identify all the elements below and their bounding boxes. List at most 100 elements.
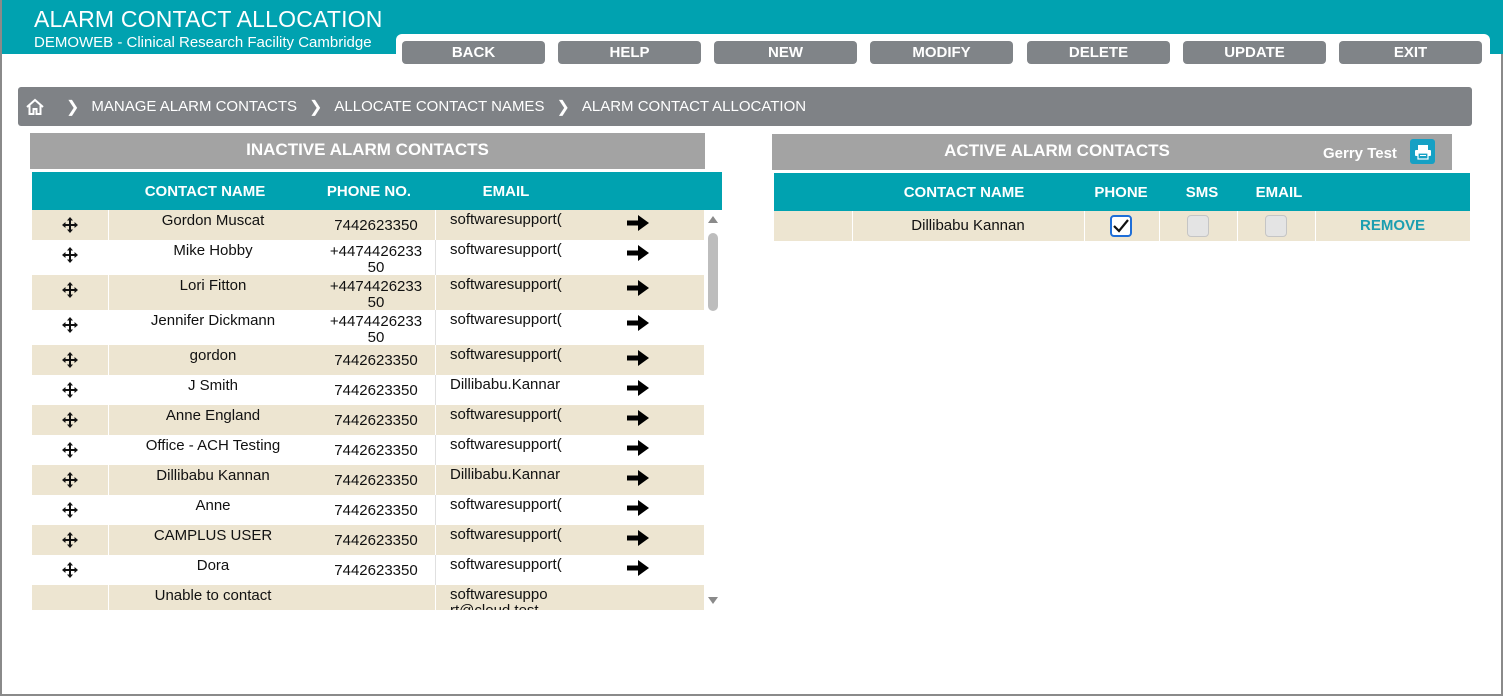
contact-email: softwaresupport( bbox=[435, 210, 579, 240]
col-phone-no: PHONE NO. bbox=[326, 183, 412, 200]
drag-cell bbox=[32, 585, 109, 610]
table-row[interactable]: J Smith 7442623350 Dillibabu.Kannar bbox=[32, 375, 704, 405]
table-row[interactable]: Anne 7442623350 softwaresupport( bbox=[32, 495, 704, 525]
drag-handle-icon[interactable] bbox=[32, 240, 109, 275]
drag-handle-icon[interactable] bbox=[32, 210, 109, 240]
scroll-down-icon[interactable] bbox=[708, 597, 718, 604]
contact-email: softwaresupport( bbox=[435, 525, 579, 555]
contact-name: Mike Hobby bbox=[173, 242, 253, 259]
inactive-list-scrollbar[interactable] bbox=[706, 212, 720, 608]
new-button[interactable]: NEW bbox=[714, 41, 857, 64]
add-contact-arrow-icon[interactable] bbox=[626, 525, 656, 555]
back-button[interactable]: BACK bbox=[402, 41, 545, 64]
table-row[interactable]: Anne England 7442623350 softwaresupport( bbox=[32, 405, 704, 435]
home-icon[interactable] bbox=[24, 96, 46, 118]
contact-phone bbox=[317, 585, 435, 610]
contact-name: J Smith bbox=[187, 377, 238, 394]
drag-handle-icon[interactable] bbox=[32, 275, 109, 310]
delete-button[interactable]: DELETE bbox=[1027, 41, 1170, 64]
contact-name: Anne bbox=[195, 497, 231, 514]
contact-email: softwaresupport( bbox=[435, 310, 579, 345]
contact-email: Dillibabu.Kannar bbox=[435, 375, 579, 405]
email-checkbox[interactable] bbox=[1265, 215, 1287, 237]
contact-email: softwaresupport( bbox=[435, 240, 579, 275]
table-row[interactable]: Dora 7442623350 softwaresupport( bbox=[32, 555, 704, 585]
table-row[interactable]: Unable to contact softwaresuppo rt@cloud.… bbox=[32, 585, 704, 610]
chevron-right-icon: ❯ bbox=[556, 98, 570, 116]
remove-button[interactable]: REMOVE bbox=[1360, 217, 1425, 234]
column-divider bbox=[1159, 211, 1160, 241]
contact-phone: +4474426233 50 bbox=[317, 275, 435, 311]
contact-phone: 7442623350 bbox=[317, 465, 435, 495]
table-row[interactable]: Mike Hobby +4474426233 50 softwaresupport( bbox=[32, 240, 704, 276]
inactive-contacts-list[interactable]: Gordon Muscat 7442623350 softwaresupport(M… bbox=[32, 210, 704, 610]
drag-handle-icon[interactable] bbox=[32, 375, 109, 405]
contact-email: softwaresupport( bbox=[435, 495, 579, 525]
update-button[interactable]: UPDATE bbox=[1183, 41, 1326, 64]
drag-handle-icon[interactable] bbox=[32, 435, 109, 465]
sms-checkbox[interactable] bbox=[1187, 215, 1209, 237]
drag-handle-icon[interactable] bbox=[32, 405, 109, 435]
drag-handle-icon[interactable] bbox=[32, 495, 109, 525]
exit-button[interactable]: EXIT bbox=[1339, 41, 1482, 64]
col-phone: PHONE bbox=[1094, 184, 1148, 201]
inactive-contacts-title: INACTIVE ALARM CONTACTS bbox=[30, 133, 705, 169]
breadcrumb-alarm-contact-allocation: ALARM CONTACT ALLOCATION bbox=[581, 98, 807, 115]
contact-phone: +4474426233 50 bbox=[317, 310, 435, 346]
drag-handle-icon[interactable] bbox=[32, 310, 109, 345]
page-title: ALARM CONTACT ALLOCATION bbox=[34, 6, 383, 32]
chevron-right-icon: ❯ bbox=[309, 98, 323, 116]
contact-name: Unable to contact bbox=[154, 587, 272, 604]
table-row[interactable]: Lori Fitton +4474426233 50 softwaresupport… bbox=[32, 275, 704, 311]
add-contact-arrow-icon[interactable] bbox=[626, 275, 656, 310]
contact-email: softwaresupport( bbox=[435, 555, 579, 585]
column-divider bbox=[1084, 211, 1085, 241]
drag-handle-icon[interactable] bbox=[32, 525, 109, 555]
contact-email: softwaresupport( bbox=[435, 435, 579, 465]
add-contact-arrow-icon[interactable] bbox=[626, 495, 656, 525]
add-contact-arrow-icon[interactable] bbox=[626, 240, 656, 275]
table-row[interactable]: Jennifer Dickmann +4474426233 50 softwares… bbox=[32, 310, 704, 346]
breadcrumb-manage-alarm-contacts[interactable]: MANAGE ALARM CONTACTS bbox=[91, 98, 297, 115]
table-row[interactable]: CAMPLUS USER 7442623350 softwaresupport( bbox=[32, 525, 704, 555]
scroll-thumb[interactable] bbox=[708, 233, 718, 311]
contact-name: Office - ACH Testing bbox=[145, 437, 281, 454]
table-row[interactable]: Gordon Muscat 7442623350 softwaresupport( bbox=[32, 210, 704, 240]
column-divider bbox=[1237, 211, 1238, 241]
help-button[interactable]: HELP bbox=[558, 41, 701, 64]
add-contact-arrow-icon[interactable] bbox=[626, 210, 656, 240]
add-contact-arrow-icon[interactable] bbox=[626, 375, 656, 405]
drag-handle-icon[interactable] bbox=[32, 345, 109, 375]
add-contact-arrow-icon[interactable] bbox=[626, 435, 656, 465]
contact-name: Dillibabu Kannan bbox=[156, 467, 270, 484]
active-contact-name: Dillibabu Kannan bbox=[911, 217, 1025, 234]
add-contact-arrow-icon[interactable] bbox=[626, 465, 656, 495]
contact-email: Dillibabu.Kannar bbox=[435, 465, 579, 495]
drag-handle-icon[interactable] bbox=[32, 555, 109, 585]
breadcrumb: ❯ MANAGE ALARM CONTACTS ❯ ALLOCATE CONTA… bbox=[18, 87, 1472, 126]
drag-handle-icon[interactable] bbox=[32, 465, 109, 495]
contact-phone: 7442623350 bbox=[317, 210, 435, 240]
phone-checkbox[interactable] bbox=[1110, 215, 1132, 237]
add-contact-arrow-icon[interactable] bbox=[626, 310, 656, 345]
print-icon[interactable] bbox=[1410, 139, 1435, 164]
modify-button[interactable]: MODIFY bbox=[870, 41, 1013, 64]
add-contact-arrow-icon[interactable] bbox=[626, 405, 656, 435]
add-contact-arrow-icon[interactable] bbox=[626, 555, 656, 585]
col-email: EMAIL bbox=[482, 183, 530, 200]
col-email: EMAIL bbox=[1255, 184, 1303, 201]
contact-phone: 7442623350 bbox=[317, 435, 435, 465]
site-subtitle: DEMOWEB - Clinical Research Facility Cam… bbox=[34, 34, 372, 51]
breadcrumb-allocate-contact-names[interactable]: ALLOCATE CONTACT NAMES bbox=[334, 98, 544, 115]
table-row[interactable]: Dillibabu Kannan 7442623350 Dillibabu.Kann… bbox=[32, 465, 704, 495]
table-row[interactable]: Office - ACH Testing 7442623350 softwaresu… bbox=[32, 435, 704, 465]
column-divider bbox=[1315, 211, 1316, 241]
scroll-up-icon[interactable] bbox=[708, 216, 718, 223]
col-contact-name: CONTACT NAME bbox=[144, 183, 266, 200]
contact-email: softwaresupport( bbox=[435, 275, 579, 310]
contact-phone: +4474426233 50 bbox=[317, 240, 435, 276]
col-contact-name: CONTACT NAME bbox=[903, 184, 1025, 201]
add-contact-arrow-icon[interactable] bbox=[626, 345, 656, 375]
contact-phone: 7442623350 bbox=[317, 405, 435, 435]
table-row[interactable]: gordon 7442623350 softwaresupport( bbox=[32, 345, 704, 375]
